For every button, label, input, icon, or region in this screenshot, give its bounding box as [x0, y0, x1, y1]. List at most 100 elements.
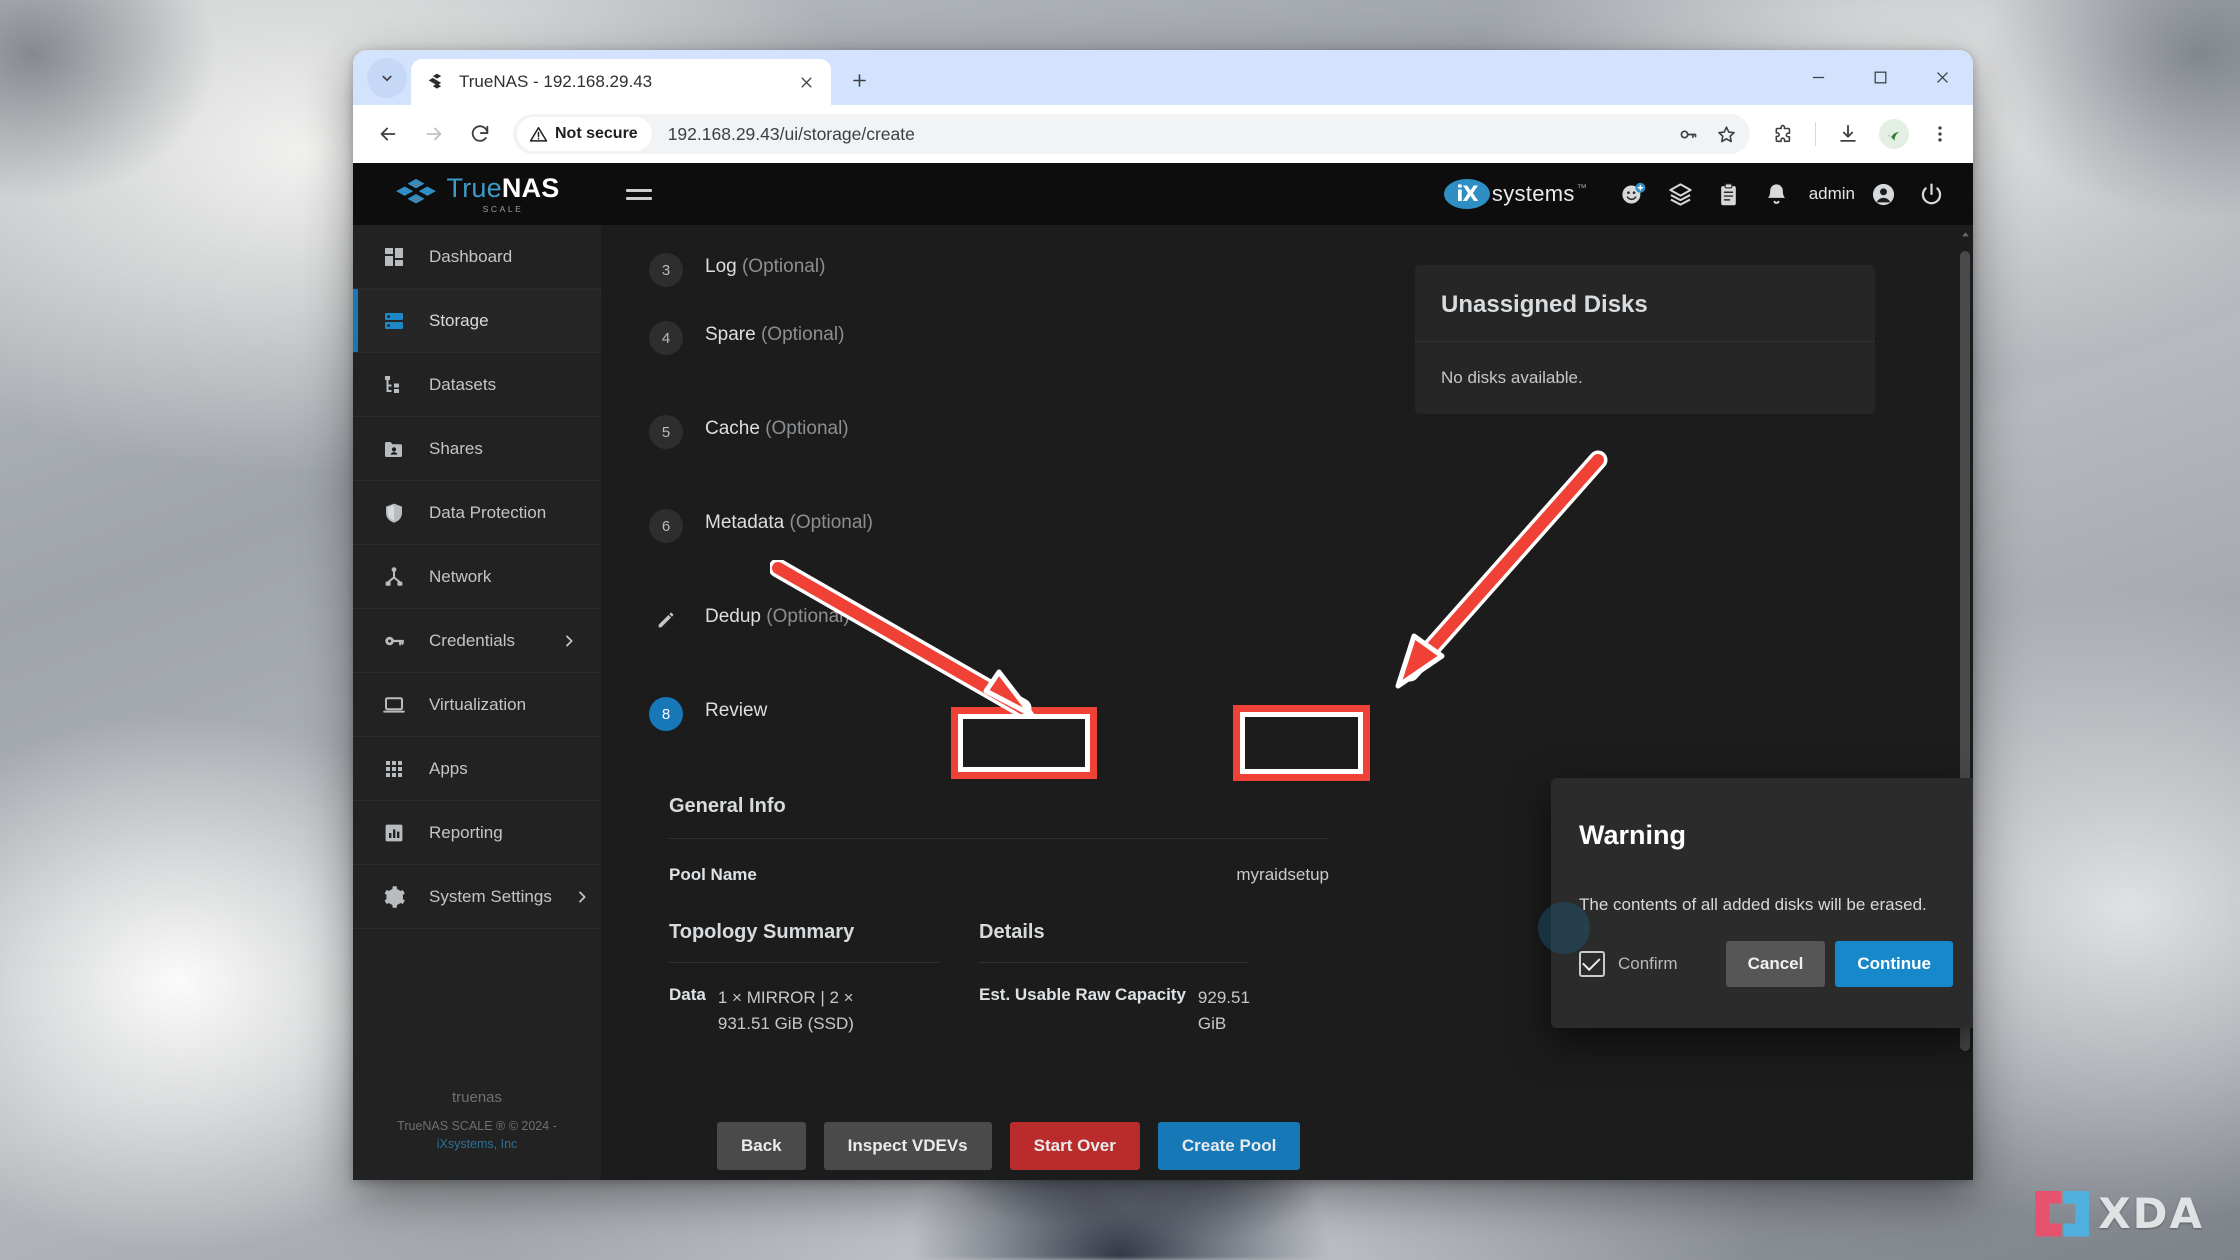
add-user-icon[interactable]	[1617, 178, 1649, 210]
warning-triangle-icon	[529, 126, 548, 142]
dialog-actions: Confirm Cancel Continue	[1538, 902, 1973, 987]
sidebar-item-label: Shares	[429, 438, 483, 458]
browser-tab[interactable]: TrueNAS - 192.168.29.43	[411, 59, 831, 105]
apps-grid-icon	[381, 757, 407, 781]
sidebar-item-label: Apps	[429, 758, 468, 778]
maximize-button[interactable]	[1849, 50, 1911, 105]
sidebar-item-virtualization[interactable]: Virtualization	[353, 673, 601, 737]
extensions-icon[interactable]	[1762, 113, 1804, 155]
warning-dialog: Warning The contents of all added disks …	[1538, 778, 1973, 1028]
start-over-button[interactable]: Start Over	[1009, 1122, 1140, 1170]
cancel-button[interactable]: Cancel	[1725, 941, 1826, 987]
confirm-checkbox[interactable]	[1579, 951, 1605, 977]
topology-data-value: 1 × MIRROR | 2 × 931.51 GiB (SSD)	[717, 988, 854, 1033]
back-button[interactable]: Back	[717, 1122, 806, 1170]
app-topbar: TrueNAS SCALE iX systems ™ admin	[353, 163, 1973, 225]
step-number: 8	[649, 697, 683, 731]
bookmark-star-icon[interactable]	[1708, 116, 1744, 152]
ix-trademark: ™	[1576, 183, 1587, 194]
divider	[669, 962, 939, 963]
password-key-icon[interactable]	[1670, 116, 1706, 152]
chart-icon	[381, 821, 407, 845]
sidebar-item-system-settings[interactable]: System Settings	[353, 865, 601, 929]
step-number: 5	[649, 415, 683, 449]
bell-icon[interactable]	[1761, 178, 1793, 210]
downloads-icon[interactable]	[1827, 113, 1869, 155]
wizard-step-review[interactable]: 8 Review	[601, 695, 1391, 789]
account-icon[interactable]	[1867, 178, 1899, 210]
scroll-up-arrow-icon[interactable]	[1957, 225, 1973, 243]
capacity-row: Est. Usable Raw Capacity 929.51 GiB	[979, 985, 1269, 1036]
sidebar-item-storage[interactable]: Storage	[353, 289, 601, 353]
step-optional: (Optional)	[741, 256, 826, 277]
sidebar-item-datasets[interactable]: Datasets	[353, 353, 601, 417]
sidebar-item-credentials[interactable]: Credentials	[353, 609, 601, 673]
wizard-step-log[interactable]: 3 Log (Optional)	[601, 225, 1391, 319]
sidebar-item-label: Datasets	[429, 374, 497, 394]
step-number: 3	[649, 253, 683, 287]
tab-search-chevron-down-icon[interactable]	[367, 58, 407, 98]
pool-name-label: Pool Name	[669, 865, 757, 884]
capacity-label: Est. Usable Raw Capacity	[979, 985, 1186, 1004]
details-heading: Details	[979, 921, 1045, 943]
sidebar-item-network[interactable]: Network	[353, 545, 601, 609]
back-button[interactable]	[367, 113, 409, 155]
profile-avatar[interactable]	[1879, 119, 1909, 149]
sidebar-item-reporting[interactable]: Reporting	[353, 801, 601, 865]
step-title: Dedup (Optional)	[705, 601, 850, 628]
dialog-message: The contents of all added disks will be …	[1579, 895, 1927, 914]
sidebar-item-shares[interactable]: Shares	[353, 417, 601, 481]
minimize-button[interactable]	[1787, 50, 1849, 105]
sidebar-item-dashboard[interactable]: Dashboard	[353, 225, 601, 289]
close-icon[interactable]	[793, 69, 819, 95]
step-label: Dedup	[705, 606, 761, 627]
dashboard-icon	[381, 245, 407, 269]
chevron-right-icon	[561, 633, 577, 649]
truenas-favicon-icon	[427, 72, 447, 92]
sidebar-item-label: Data Protection	[429, 502, 547, 522]
step-label: Log	[705, 256, 737, 277]
ixsystems-link[interactable]: iXsystems, Inc	[437, 1137, 518, 1151]
confirm-label: Confirm	[1618, 954, 1678, 973]
wizard-step-cache[interactable]: 5 Cache (Optional)	[601, 413, 1391, 507]
layers-icon[interactable]	[1665, 178, 1697, 210]
forward-button[interactable]	[413, 113, 455, 155]
xda-watermark: XDA	[2035, 1189, 2204, 1238]
hamburger-menu-icon[interactable]	[613, 168, 665, 220]
wizard-step-metadata[interactable]: 6 Metadata (Optional)	[601, 507, 1391, 601]
details-column: Details Est. Usable Raw Capacity 929.51 …	[959, 921, 1269, 1036]
continue-button[interactable]: Continue	[1835, 941, 1953, 987]
xda-bracket-icon	[2035, 1190, 2090, 1237]
sidebar-item-label: System Settings	[429, 886, 552, 906]
admin-username: admin	[1808, 184, 1855, 203]
wizard-step-dedup[interactable]: Dedup (Optional)	[601, 601, 1391, 695]
vertical-scrollbar[interactable]	[1957, 225, 1973, 1180]
sidebar-item-label: Storage	[429, 310, 489, 330]
sidebar-footer: truenas TrueNAS SCALE ® © 2024 - iXsyste…	[353, 1089, 601, 1181]
power-icon[interactable]	[1915, 178, 1947, 210]
confirm-checkbox-group[interactable]: Confirm	[1538, 902, 1678, 977]
gear-icon	[381, 885, 407, 909]
browser-menu-icon[interactable]	[1919, 113, 1961, 155]
pool-creation-wizard: 3 Log (Optional) 4 Spare (Optional) 5 Ca…	[601, 225, 1391, 1180]
sidebar-item-apps[interactable]: Apps	[353, 737, 601, 801]
truenas-logo[interactable]: TrueNAS SCALE	[353, 163, 601, 225]
sidebar-item-label: Virtualization	[429, 694, 527, 714]
reload-button[interactable]	[459, 113, 501, 155]
security-indicator[interactable]: Not secure	[517, 117, 652, 151]
dialog-title: Warning	[1579, 820, 1686, 850]
sidebar-item-data-protection[interactable]: Data Protection	[353, 481, 601, 545]
new-tab-button[interactable]	[839, 60, 879, 100]
clipboard-icon[interactable]	[1713, 178, 1745, 210]
ix-word: systems	[1491, 181, 1575, 206]
checkbox-ripple	[1538, 902, 1590, 954]
close-window-button[interactable]	[1911, 50, 1973, 105]
wizard-action-bar: Back Inspect VDEVs Start Over Create Poo…	[717, 1122, 1391, 1170]
sidebar-hostname: truenas	[451, 1088, 503, 1106]
divider	[669, 838, 1329, 839]
wizard-step-spare[interactable]: 4 Spare (Optional)	[601, 319, 1391, 413]
shares-icon	[381, 437, 407, 461]
inspect-vdevs-button[interactable]: Inspect VDEVs	[823, 1122, 992, 1170]
create-pool-button[interactable]: Create Pool	[1157, 1122, 1301, 1170]
address-bar[interactable]: Not secure 192.168.29.43/ui/storage/crea…	[513, 114, 1750, 154]
